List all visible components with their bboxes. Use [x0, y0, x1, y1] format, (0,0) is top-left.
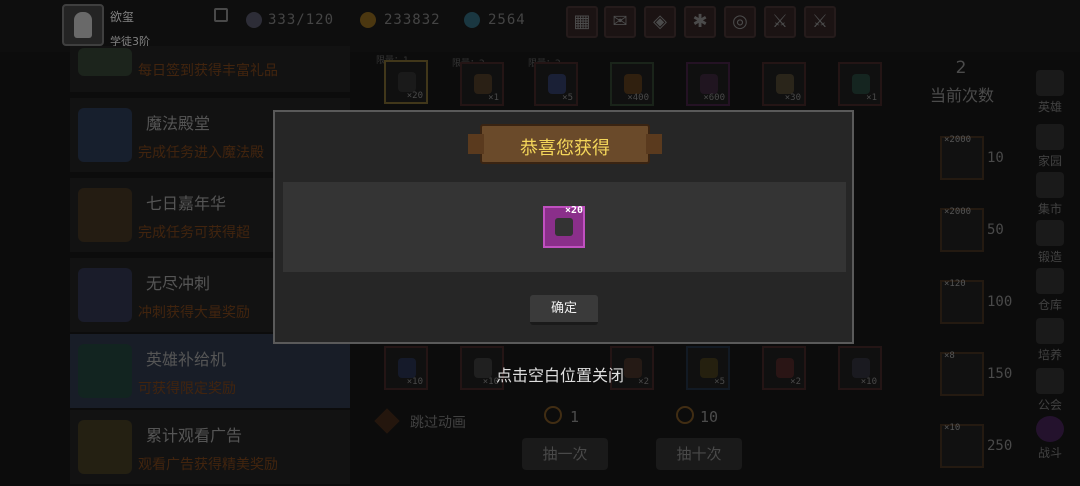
dark-weapon-icon	[555, 218, 573, 236]
dialog-title: 恭喜您获得	[520, 138, 610, 159]
reward-quantity: ×20	[564, 205, 583, 216]
close-hint: 点击空白位置关闭	[495, 366, 624, 385]
reward-item[interactable]: ×20	[543, 205, 585, 248]
title-banner: 恭喜您获得	[468, 124, 662, 164]
reward-area: ×20	[283, 182, 846, 272]
confirm-button[interactable]: 确定	[530, 295, 598, 325]
reward-dialog: 恭喜您获得 ×20 确定	[273, 110, 854, 344]
